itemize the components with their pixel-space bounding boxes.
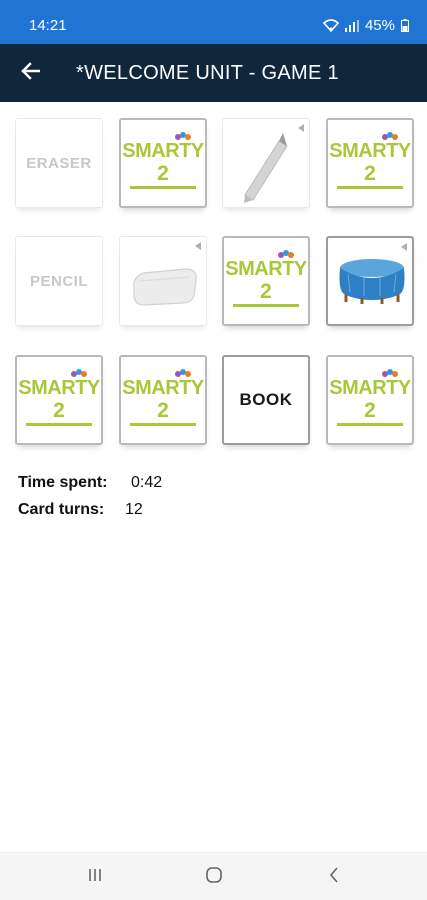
smarty-logo-number: 2 xyxy=(364,162,376,185)
smarty-logo-text: SMARTY xyxy=(225,258,307,280)
smarty-logo-number: 2 xyxy=(53,399,65,422)
recent-apps-icon xyxy=(87,867,103,888)
card-facedown[interactable]: SMARTY 2 xyxy=(326,118,414,208)
smarty-logo-number: 2 xyxy=(157,399,169,422)
page-title: *WELCOME UNIT - GAME 1 xyxy=(76,62,339,84)
smarty-logo-text: SMARTY xyxy=(329,377,411,399)
back-arrow-icon xyxy=(20,61,41,85)
smarty-logo-bar xyxy=(337,423,403,426)
back-button[interactable] xyxy=(14,57,46,89)
smarty-logo-text: SMARTY xyxy=(329,140,411,162)
card-eraser-word[interactable]: ERASER xyxy=(15,118,103,208)
card-book-word[interactable]: BOOK xyxy=(222,355,310,445)
time-spent-label: Time spent: xyxy=(18,474,108,491)
battery-icon xyxy=(401,19,409,32)
smarty-logo-text: SMARTY xyxy=(122,140,204,162)
smarty-logo-text: SMARTY xyxy=(18,377,100,399)
card-turns-value: 12 xyxy=(125,501,143,518)
system-nav-bar xyxy=(0,852,427,900)
app-bar: *WELCOME UNIT - GAME 1 xyxy=(0,44,427,102)
smarty-logo-text: SMARTY xyxy=(122,377,204,399)
table-picture-icon xyxy=(339,259,405,304)
card-word-label: ERASER xyxy=(26,154,92,172)
status-time: 14:21 xyxy=(29,17,67,34)
back-chevron-icon xyxy=(328,866,340,889)
card-turns-label: Card turns: xyxy=(18,501,105,518)
smarty-logo-bar xyxy=(233,304,299,307)
smarty-logo-number: 2 xyxy=(260,280,272,303)
smarty-logo-bar xyxy=(26,423,92,426)
card-facedown[interactable]: SMARTY 2 xyxy=(222,236,310,326)
smarty-logo-bar xyxy=(130,186,196,189)
status-icons: 45% xyxy=(322,17,409,34)
home-icon xyxy=(205,866,223,889)
card-facedown[interactable]: SMARTY 2 xyxy=(119,118,207,208)
eraser-picture-icon xyxy=(133,268,197,306)
card-eraser-picture[interactable] xyxy=(119,236,207,326)
sound-icon xyxy=(298,124,304,132)
smarty-logo-bar xyxy=(130,423,196,426)
signal-icon xyxy=(344,19,359,32)
card-facedown[interactable]: SMARTY 2 xyxy=(119,355,207,445)
smarty-logo-number: 2 xyxy=(157,162,169,185)
card-table-picture[interactable] xyxy=(326,236,414,326)
sound-icon xyxy=(195,242,201,250)
status-bar: 14:21 45% xyxy=(0,0,427,44)
card-word-label: PENCIL xyxy=(29,272,88,290)
wifi-icon xyxy=(322,19,339,32)
sound-icon xyxy=(401,243,407,251)
card-facedown[interactable]: SMARTY 2 xyxy=(326,355,414,445)
system-back-button[interactable] xyxy=(314,865,354,889)
smarty-logo-number: 2 xyxy=(364,399,376,422)
card-pencil-word[interactable]: PENCIL xyxy=(15,236,103,326)
card-pencil-picture[interactable] xyxy=(222,118,310,208)
recent-apps-button[interactable] xyxy=(75,865,115,889)
pencil-picture-icon xyxy=(244,133,288,203)
card-word-label: BOOK xyxy=(239,390,293,409)
card-facedown[interactable]: SMARTY 2 xyxy=(15,355,103,445)
smarty-logo-bar xyxy=(337,186,403,189)
home-button[interactable] xyxy=(194,865,234,889)
time-spent-value: 0:42 xyxy=(131,474,163,491)
battery-percent: 45% xyxy=(364,17,395,34)
